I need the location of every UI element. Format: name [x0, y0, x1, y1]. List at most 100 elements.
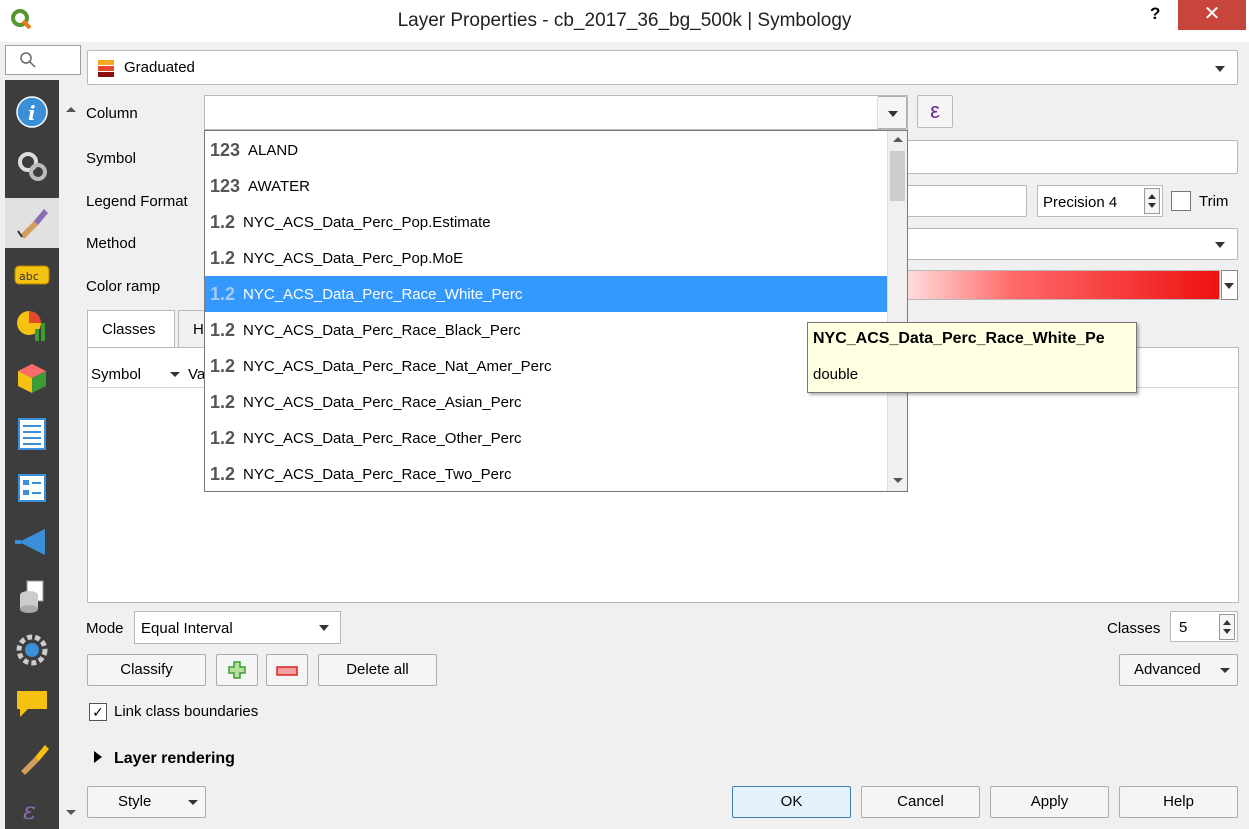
- info-icon[interactable]: i: [14, 94, 50, 130]
- chevron-down-icon: [1215, 66, 1225, 72]
- list-item[interactable]: 1.2 NYC_ACS_Data_Perc_Pop.MoE: [205, 240, 887, 276]
- scroll-up-icon[interactable]: [891, 135, 905, 143]
- svg-text:abc: abc: [19, 270, 39, 283]
- joins-icon[interactable]: [14, 524, 50, 560]
- renderer-combo[interactable]: Graduated: [87, 50, 1238, 85]
- color-ramp-label: Color ramp: [86, 278, 161, 295]
- tab-histogram-label: H: [193, 321, 204, 338]
- tooltip-type: double: [813, 366, 859, 383]
- scroll-up-icon[interactable]: [63, 105, 79, 113]
- sidebar: i abc ε: [5, 80, 59, 829]
- chevron-down-icon: [170, 372, 180, 377]
- scroll-down-icon[interactable]: [891, 477, 905, 485]
- symbol-label: Symbol: [86, 150, 137, 167]
- scroll-down-icon[interactable]: [63, 809, 79, 817]
- sidebar-scrollbar[interactable]: [61, 87, 81, 829]
- list-item[interactable]: 1.2 NYC_ACS_Data_Perc_Pop.Estimate: [205, 204, 887, 240]
- classify-button[interactable]: Classify: [87, 654, 206, 686]
- list-item[interactable]: 1.2 NYC_ACS_Data_Perc_Race_Two_Perc: [205, 456, 887, 492]
- expand-icon: [94, 751, 102, 763]
- legend-format-input[interactable]: [904, 185, 1027, 217]
- help-button[interactable]: ?: [1150, 4, 1160, 24]
- field-name: AWATER: [248, 177, 310, 195]
- trim-checkbox[interactable]: [1171, 191, 1191, 211]
- link-boundaries-checkbox[interactable]: ✓: [89, 703, 107, 721]
- layer-rendering-toggle[interactable]: Layer rendering: [94, 750, 235, 768]
- list-item[interactable]: 1.2 NYC_ACS_Data_Perc_Race_Other_Perc: [205, 420, 887, 456]
- auxiliary-storage-icon[interactable]: [14, 578, 50, 614]
- svg-text:i: i: [28, 101, 36, 125]
- source-icon[interactable]: [14, 148, 50, 184]
- symbol-button[interactable]: [904, 140, 1238, 174]
- plus-icon: [228, 661, 246, 679]
- field-name: ALAND: [248, 141, 299, 159]
- apply-button[interactable]: Apply: [990, 786, 1109, 818]
- 3d-view-icon[interactable]: [14, 360, 50, 396]
- integer-type-icon: 123: [210, 139, 241, 160]
- values-column-header[interactable]: Va: [188, 366, 205, 383]
- fields-icon[interactable]: [14, 416, 50, 452]
- tab-classes[interactable]: Classes: [87, 310, 175, 348]
- scroll-thumb[interactable]: [890, 151, 905, 201]
- method-combo[interactable]: [904, 228, 1238, 260]
- classes-value: 5: [1179, 619, 1188, 636]
- spinner-icon[interactable]: [1144, 188, 1160, 214]
- style-button[interactable]: Style: [87, 786, 206, 818]
- legend-format-label: Legend Format: [86, 193, 188, 210]
- chevron-down-icon: [188, 800, 198, 805]
- precision-spinbox[interactable]: Precision 4: [1037, 185, 1163, 217]
- spinner-icon[interactable]: [1219, 614, 1235, 640]
- delete-all-button[interactable]: Delete all: [318, 654, 437, 686]
- list-item[interactable]: 1.2 NYC_ACS_Data_Perc_Race_Black_Perc: [205, 312, 887, 348]
- symbol-column-header[interactable]: Symbol: [91, 366, 141, 383]
- variables-icon[interactable]: ε: [14, 792, 50, 828]
- attributes-form-icon[interactable]: [14, 470, 50, 506]
- list-item-selected[interactable]: 1.2 NYC_ACS_Data_Perc_Race_White_Perc: [205, 276, 887, 312]
- field-name: NYC_ACS_Data_Perc_Pop.Estimate: [243, 213, 491, 231]
- chevron-down-icon: [1224, 283, 1234, 289]
- mode-combo[interactable]: Equal Interval: [134, 611, 341, 644]
- mode-value: Equal Interval: [141, 620, 233, 637]
- advanced-button[interactable]: Advanced: [1119, 654, 1238, 686]
- close-button[interactable]: ✕: [1178, 0, 1246, 30]
- layer-rendering-label: Layer rendering: [114, 750, 235, 767]
- field-name: NYC_ACS_Data_Perc_Race_White_Perc: [243, 285, 523, 303]
- expression-button[interactable]: ε: [917, 95, 953, 128]
- chevron-down-icon: [1215, 242, 1225, 248]
- classes-spinbox[interactable]: 5: [1170, 611, 1238, 642]
- renderer-label: Graduated: [124, 59, 195, 76]
- column-dropdown-list: 123 ALAND 123 AWATER 1.2 NYC_ACS_Data_Perc_…: [204, 130, 908, 492]
- decimal-type-icon: 1.2: [210, 211, 236, 232]
- list-item[interactable]: 1.2 NYC_ACS_Data_Perc_Race_Nat_Amer_Perc: [205, 348, 887, 384]
- help-button-bottom[interactable]: Help: [1119, 786, 1238, 818]
- list-item[interactable]: 123 AWATER: [205, 168, 887, 204]
- style-label: Style: [118, 793, 152, 810]
- column-combo[interactable]: [204, 95, 908, 130]
- actions-icon[interactable]: [14, 632, 50, 668]
- search-input[interactable]: [5, 45, 81, 75]
- display-icon[interactable]: [14, 686, 50, 722]
- field-name: NYC_ACS_Data_Perc_Race_Other_Perc: [243, 429, 522, 447]
- ok-button[interactable]: OK: [732, 786, 851, 818]
- field-name: NYC_ACS_Data_Perc_Race_Black_Perc: [243, 321, 521, 339]
- cancel-button[interactable]: Cancel: [861, 786, 980, 818]
- list-item[interactable]: 1.2 NYC_ACS_Data_Perc_Race_Asian_Perc: [205, 384, 887, 420]
- rendering-icon[interactable]: [14, 740, 50, 776]
- search-icon: [20, 52, 36, 68]
- diagrams-icon[interactable]: [14, 308, 50, 344]
- color-ramp-menu-button[interactable]: [1221, 270, 1238, 300]
- trim-label: Trim: [1199, 193, 1229, 210]
- advanced-label: Advanced: [1134, 661, 1201, 678]
- tab-classes-label: Classes: [102, 321, 156, 338]
- add-class-button[interactable]: [216, 654, 258, 686]
- graduated-icon: [98, 60, 114, 77]
- column-label: Column: [86, 105, 138, 122]
- column-dropdown-button[interactable]: [877, 96, 907, 129]
- symbology-icon[interactable]: [5, 198, 59, 248]
- remove-class-button[interactable]: [266, 654, 308, 686]
- dropdown-scrollbar[interactable]: [887, 131, 907, 491]
- color-ramp-button[interactable]: [900, 270, 1220, 300]
- labels-icon[interactable]: abc: [14, 257, 50, 293]
- list-item[interactable]: 123 ALAND: [205, 132, 887, 168]
- link-boundaries-label: Link class boundaries: [114, 703, 259, 720]
